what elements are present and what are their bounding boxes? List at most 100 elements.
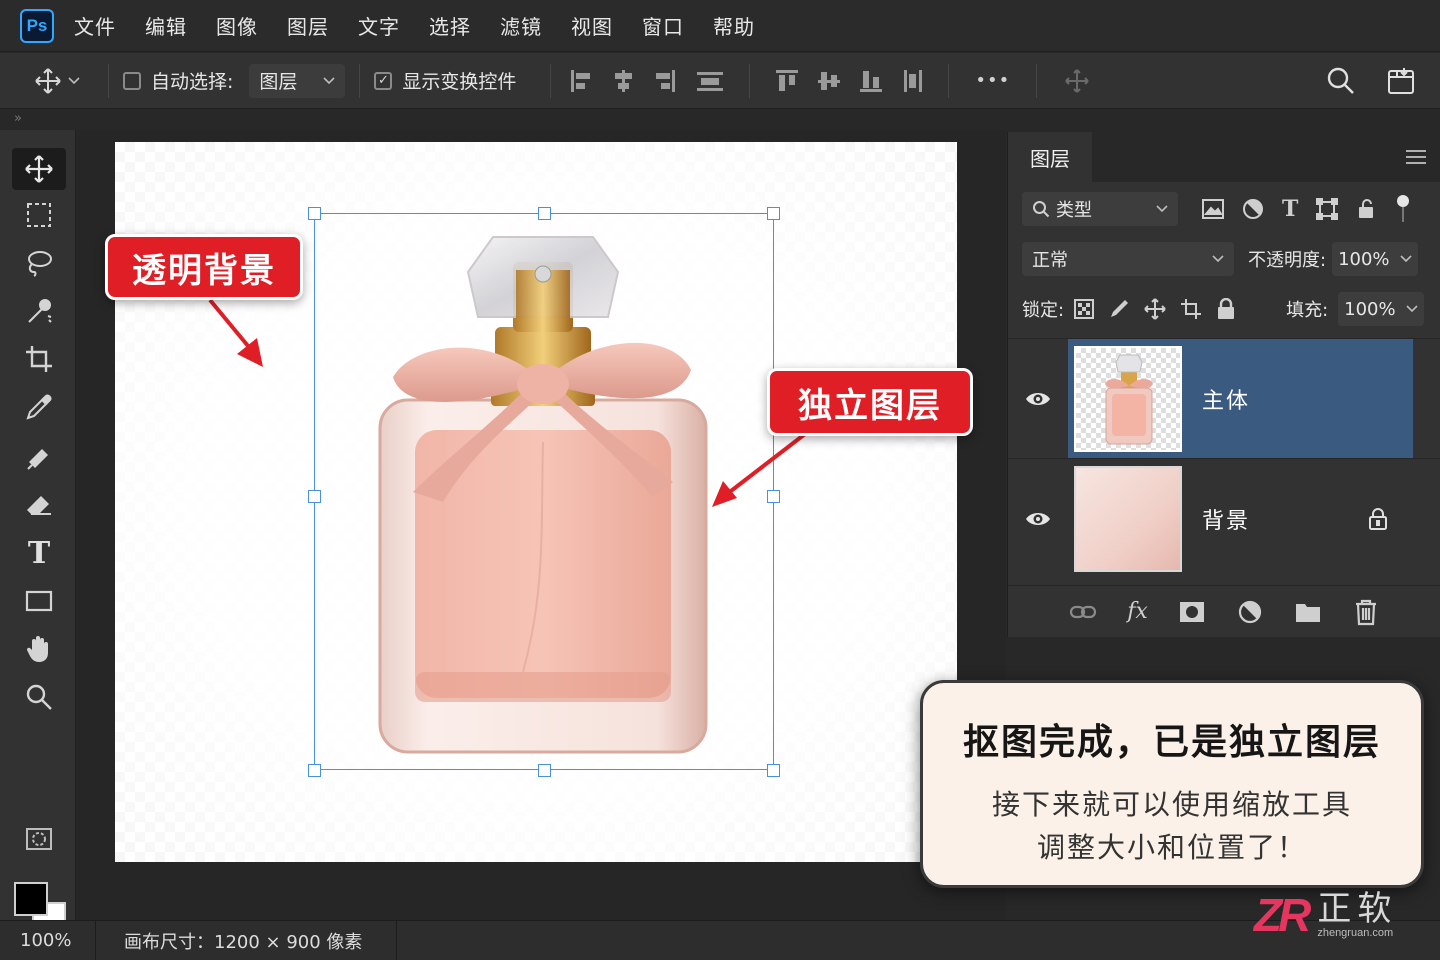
search-icon[interactable] (1326, 66, 1356, 96)
hand-icon (26, 636, 48, 662)
show-transform-checkbox[interactable]: ✓ (374, 71, 393, 90)
fill-value: 100% (1344, 298, 1396, 320)
options-bar: 自动选择: 图层 ✓ 显示变换控件 ••• (0, 53, 1440, 109)
eraser-tool[interactable] (12, 484, 66, 526)
new-group-folder-icon[interactable] (1294, 598, 1322, 626)
marquee-icon (27, 203, 51, 227)
menu-filter[interactable]: 滤镜 (500, 11, 542, 40)
canvas-area: 透明背景 独立图层 (77, 130, 1006, 920)
eyedropper-icon (26, 394, 52, 420)
photoshop-logo[interactable]: Ps (20, 8, 54, 43)
crop-tool[interactable] (12, 338, 66, 380)
zoom-tool[interactable] (12, 676, 66, 718)
layers-tabs: 图层 (1008, 132, 1440, 182)
adjustment-layer-icon[interactable] (1236, 598, 1264, 626)
smart-object-filter-icon[interactable] (1356, 198, 1378, 220)
healing-brush-tool[interactable] (12, 436, 66, 478)
document-info[interactable]: 画布尺寸：1200 × 900 像素 (124, 928, 362, 954)
layer-style-fx-icon[interactable]: fx (1127, 599, 1148, 624)
layer-row-subject[interactable]: 主体 (1008, 338, 1440, 459)
info-card-title: 抠图完成，已是独立图层 (962, 722, 1381, 763)
align-right-icon[interactable] (655, 69, 676, 92)
foreground-color-swatch[interactable] (14, 882, 48, 916)
show-transform-label: 显示变换控件 (402, 71, 517, 93)
menu-window[interactable]: 窗口 (642, 11, 684, 40)
delete-trash-icon[interactable] (1352, 598, 1380, 626)
lock-position-icon[interactable] (1144, 298, 1166, 320)
distribute-horizontal-icon[interactable] (697, 70, 724, 92)
tab-layers[interactable]: 图层 (1008, 132, 1092, 182)
align-left-icon[interactable] (571, 69, 591, 92)
type-tool[interactable]: T (12, 532, 66, 574)
shape-layer-filter-icon[interactable] (1316, 198, 1339, 220)
menu-help[interactable]: 帮助 (713, 11, 755, 40)
auto-select-label: 自动选择: (151, 71, 234, 93)
lasso-tool[interactable] (12, 242, 66, 284)
align-horizontal-center-icon[interactable] (613, 69, 633, 92)
align-bottom-icon[interactable] (860, 70, 883, 92)
divider (108, 63, 109, 98)
callout-independent-layer: 独立图层 (767, 368, 973, 436)
blend-mode-dropdown[interactable]: 正常 (1022, 242, 1234, 276)
auto-select-target-dropdown[interactable]: 图层 (249, 63, 346, 98)
menu-file[interactable]: 文件 (74, 11, 116, 40)
type-layer-filter-icon[interactable]: T (1282, 196, 1298, 222)
auto-select-target-value: 图层 (259, 71, 298, 93)
menu-view[interactable]: 视图 (571, 11, 613, 40)
tools-panel: T (0, 130, 76, 936)
lock-artboard-icon[interactable] (1180, 298, 1202, 320)
align-vertical-center-icon[interactable] (818, 70, 841, 92)
move-tool[interactable] (12, 148, 66, 190)
hand-tool[interactable] (12, 628, 66, 670)
menu-image[interactable]: 图像 (216, 11, 258, 40)
layer-body: 主体 (1068, 339, 1413, 459)
quick-mask-icon (26, 828, 52, 850)
menu-layer[interactable]: 图层 (287, 11, 329, 40)
divider (550, 63, 552, 98)
type-icon: T (27, 535, 51, 571)
menu-edit[interactable]: 编辑 (145, 11, 187, 40)
eyedropper-tool[interactable] (12, 386, 66, 428)
status-bar: 100% 画布尺寸：1200 × 900 像素 (0, 920, 1440, 960)
more-options-button[interactable]: ••• (975, 70, 1010, 91)
zoom-level-field[interactable]: 100% (0, 920, 96, 960)
layer-row-background[interactable]: 背景 (1008, 458, 1440, 578)
collapse-left-icon[interactable]: » (14, 111, 22, 126)
eye-icon[interactable] (1024, 505, 1052, 533)
add-mask-icon[interactable] (1178, 598, 1206, 626)
layer-filter-dropdown[interactable]: 类型 (1022, 192, 1178, 226)
layer-thumbnail (1074, 466, 1182, 572)
fill-field[interactable]: 100% (1338, 292, 1425, 326)
rectangle-tool[interactable] (12, 580, 66, 622)
divider (396, 921, 397, 960)
3d-move-icon[interactable] (1063, 67, 1091, 95)
eye-icon[interactable] (1024, 385, 1052, 413)
brand-watermark: ZR 正软 zhengruan.com (1254, 888, 1397, 942)
distribute-vertical-icon[interactable] (902, 69, 923, 92)
menu-type[interactable]: 文字 (358, 11, 400, 40)
quick-selection-tool[interactable] (12, 290, 66, 332)
lock-label: 锁定: (1022, 300, 1065, 321)
opacity-field[interactable]: 100% (1332, 242, 1419, 276)
pixel-layer-filter-icon[interactable] (1202, 199, 1224, 219)
info-card-line-2: 调整大小和位置了！ (1036, 831, 1307, 864)
quick-mask-button[interactable] (12, 818, 66, 860)
marquee-tool[interactable] (12, 194, 66, 236)
divider (1036, 63, 1038, 98)
lock-all-icon[interactable] (1216, 298, 1236, 320)
auto-select-checkbox[interactable] (123, 71, 141, 90)
move-tool-preset[interactable] (34, 67, 94, 95)
workspace-icon[interactable] (1386, 66, 1416, 96)
lock-transparent-pixels-icon[interactable] (1074, 299, 1095, 319)
panel-menu-icon[interactable] (1406, 150, 1426, 168)
layer-name[interactable]: 主体 (1202, 383, 1250, 415)
lock-icon (1369, 508, 1387, 530)
lock-image-pixels-icon[interactable] (1108, 298, 1130, 320)
adjustment-layer-filter-icon[interactable] (1242, 198, 1264, 220)
link-layers-icon[interactable] (1069, 598, 1097, 626)
menu-select[interactable]: 选择 (429, 11, 471, 40)
align-top-icon[interactable] (776, 69, 799, 92)
brand-logo: ZR (1254, 889, 1311, 941)
layer-name[interactable]: 背景 (1202, 503, 1250, 535)
filter-toggle-icon[interactable] (1396, 194, 1410, 224)
